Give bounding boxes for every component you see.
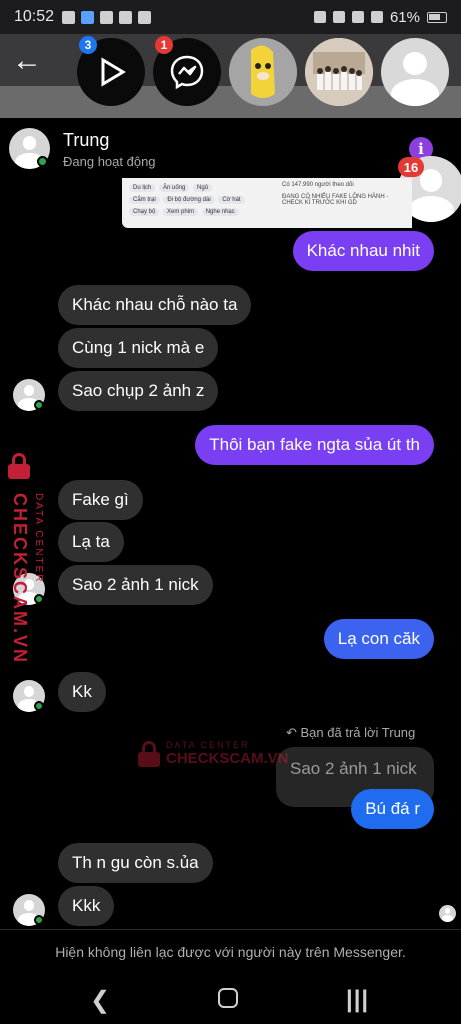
reply-indicator: ↶ Bạn đã trả lời Trung [286, 725, 415, 741]
contact-status: Đang hoạt động [63, 154, 156, 169]
nav-back-icon[interactable]: ❮ [90, 986, 110, 1015]
reply-note-text: Bạn đã trả lời Trung [300, 725, 416, 740]
battery-icon [427, 11, 447, 23]
battery-percent: 61% [389, 8, 420, 26]
message-incoming[interactable]: Lạ ta [58, 522, 124, 562]
online-indicator [34, 915, 44, 925]
reply-arrow-icon: ↶ [286, 725, 301, 740]
back-arrow-icon[interactable]: ← [12, 44, 42, 78]
chip: Nghe nhạc [201, 208, 239, 216]
message-outgoing[interactable]: Bú đá r [351, 789, 434, 829]
banana-cat-head[interactable] [229, 38, 297, 106]
online-indicator [34, 400, 44, 410]
chat-heads-row: 3 1 [77, 36, 449, 106]
wifi-icon [351, 11, 364, 23]
video-app-head[interactable]: 3 [77, 36, 145, 106]
banana-cat-avatar-icon [229, 38, 297, 106]
mute-icon [332, 11, 345, 23]
chat-panel: Trung Đang hoạt động i 16 Du lịch Ăn uốn… [0, 118, 461, 974]
status-time: 10:52 [14, 8, 55, 25]
chip: Cắm trại [129, 196, 160, 204]
default-avatar-head[interactable] [381, 38, 449, 106]
profile-info: Có 147.990 người theo dõi ĐANG CÓ NHIỀU … [282, 182, 407, 206]
watermark-horizontal-text: DATA CENTER CHECKSCAM.VN [166, 740, 289, 767]
chip: Cờ hát [218, 196, 245, 204]
shared-screenshot-image[interactable]: Du lịch Ăn uống Ngủ Cắm trại Đi bộ đường… [122, 178, 412, 228]
notification-icons [62, 10, 152, 24]
message-incoming[interactable]: Khác nhau chỗ nào ta [58, 285, 252, 325]
watermark-vertical-top: DATA CENTER [33, 493, 44, 584]
message-outgoing[interactable]: Khác nhau nhit [292, 231, 434, 271]
chip: Đi bộ đường dài [163, 196, 215, 204]
seen-receipt-avatar [439, 905, 456, 922]
warning-line-2: CHECK KĨ TRƯỚC KHI GD [282, 200, 357, 206]
message-incoming[interactable]: Th n gu còn s.ủa [58, 843, 213, 883]
alarm-icon [313, 11, 326, 23]
message-incoming[interactable]: Cùng 1 nick mà e [58, 328, 219, 368]
status-bar: 10:52 61% [0, 0, 461, 34]
hobby-chips: Du lịch Ăn uống Ngủ Cắm trại Đi bộ đường… [128, 182, 246, 218]
side-head-badge: 16 [398, 157, 424, 177]
message-incoming[interactable]: Kkk [58, 886, 115, 926]
online-indicator [37, 156, 48, 167]
nav-home-icon[interactable] [218, 988, 238, 1008]
unavailable-notice: Hiện không liên lạc được với người này t… [0, 929, 461, 974]
lock-icon [8, 453, 30, 479]
media-notif-icon [138, 10, 152, 24]
message-incoming[interactable]: Sao 2 ảnh 1 nick [58, 565, 213, 605]
followers-text: Có 147.990 người theo dõi [282, 182, 354, 188]
nav-recents-icon[interactable]: ||| [346, 986, 369, 1014]
online-indicator [34, 701, 44, 711]
message-outgoing[interactable]: Thôi bạn fake ngta sủa út th [195, 425, 434, 465]
message-incoming[interactable]: Fake gì [58, 480, 143, 520]
messenger-head[interactable]: 1 [153, 36, 221, 106]
message-incoming[interactable]: Kk [58, 672, 106, 712]
signal-icon [370, 11, 383, 23]
default-person-icon [439, 905, 456, 922]
gmail-notif-icon [100, 10, 114, 24]
watermark-vertical-main: CHECKSCAM.VN [10, 493, 30, 665]
app-notif-icon [81, 10, 95, 24]
message-incoming[interactable]: Sao chụp 2 ảnh z [58, 371, 219, 411]
watermark-horizontal-top: DATA CENTER [166, 740, 250, 750]
chat-header: Trung Đang hoạt động i [0, 118, 461, 180]
contact-name[interactable]: Trung [63, 130, 109, 151]
messenger-icon [170, 55, 204, 90]
message-outgoing[interactable]: Lạ con căk [323, 619, 434, 659]
video-app-badge: 3 [79, 36, 97, 54]
messenger-notif-icon [62, 10, 76, 24]
play-icon [101, 57, 126, 87]
messenger-badge: 1 [155, 36, 173, 54]
chip: Ăn uống [159, 184, 190, 192]
default-person-icon [381, 38, 449, 106]
group-photo-head[interactable] [305, 38, 373, 106]
watermark-horizontal-main: CHECKSCAM.VN [166, 750, 289, 767]
chip: Ngủ [193, 184, 213, 192]
system-icons: 61% [313, 8, 447, 26]
gallery-notif-icon [119, 10, 133, 24]
system-navigation-bar: ❮ ||| [0, 974, 461, 1024]
chip: Du lịch [129, 184, 156, 192]
chip: Xem phim [163, 208, 199, 216]
chip: Chạy bộ [129, 208, 160, 216]
watermark-vertical: DATA CENTER CHECKSCAM.VN [4, 453, 44, 664]
group-photo-avatar-icon [305, 38, 373, 106]
watermark-horizontal: DATA CENTER CHECKSCAM.VN [138, 740, 289, 767]
lock-icon [138, 740, 160, 767]
